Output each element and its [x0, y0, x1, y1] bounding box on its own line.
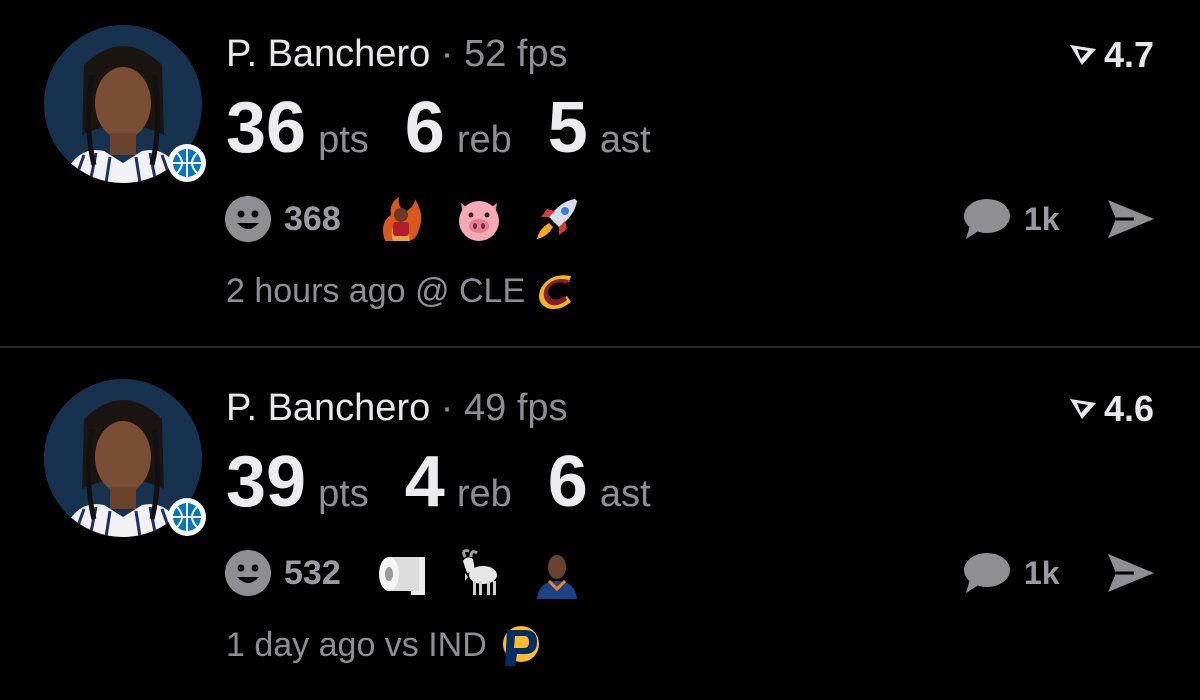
comment-bubble-icon	[964, 553, 1010, 593]
assists-label: ast	[599, 119, 651, 161]
stat-line: 36 pts 6 reb 5 ast	[226, 88, 651, 168]
smile-reaction-icon[interactable]	[224, 549, 272, 597]
reactions-row: 532	[224, 546, 609, 600]
player-name[interactable]: P. Banchero	[226, 33, 430, 75]
pacers-logo-icon	[502, 626, 539, 666]
toilet-paper-icon[interactable]	[375, 547, 427, 599]
fire-player-icon[interactable]	[375, 193, 427, 245]
goat-icon[interactable]	[453, 547, 505, 599]
stat-card[interactable]: P. Banchero · 49 fps 4.6 39 pts 4 reb 6 …	[0, 354, 1200, 700]
game-info-text: 2 hours ago @ CLE	[226, 271, 526, 310]
points-label: pts	[318, 473, 369, 515]
reactions-row: 368	[224, 192, 609, 246]
share-send-icon[interactable]	[1104, 196, 1156, 242]
name-line: P. Banchero · 49 fps	[226, 386, 568, 430]
comment-bubble-icon	[964, 199, 1010, 239]
comments-button[interactable]: 1k	[962, 548, 1060, 598]
comment-count: 1k	[1024, 554, 1060, 591]
rocket-icon[interactable]	[531, 193, 583, 245]
feed: P. Banchero · 52 fps 4.7 36 pts 6 reb 5 …	[0, 0, 1200, 692]
assists-label: ast	[599, 473, 651, 515]
magic-team-icon	[168, 498, 206, 536]
pig-face-icon[interactable]	[453, 193, 505, 245]
rebounds-value: 6	[404, 88, 445, 168]
separator: ·	[440, 33, 454, 75]
rebounds-value: 4	[404, 442, 445, 522]
stat-line: 39 pts 4 reb 6 ast	[226, 442, 651, 522]
smile-reaction-icon[interactable]	[224, 195, 272, 243]
game-info[interactable]: 2 hours ago @ CLE	[226, 268, 579, 314]
fps-value: 52 fps	[464, 33, 568, 75]
comments-button[interactable]: 1k	[962, 194, 1060, 244]
reaction-count[interactable]: 368	[284, 200, 341, 239]
fps-value: 49 fps	[464, 387, 568, 429]
rating[interactable]: 4.7	[1068, 34, 1154, 76]
assists-value: 5	[547, 88, 588, 168]
separator: ·	[440, 387, 454, 429]
points-value: 39	[226, 442, 307, 522]
assists-value: 6	[547, 442, 588, 522]
rating[interactable]: 4.6	[1068, 388, 1154, 430]
rating-value: 4.6	[1103, 388, 1154, 429]
points-value: 36	[226, 88, 307, 168]
magic-team-icon	[168, 144, 206, 182]
name-line: P. Banchero · 52 fps	[226, 32, 568, 76]
rating-triangle-icon	[1069, 399, 1096, 419]
points-label: pts	[318, 119, 369, 161]
rating-triangle-icon	[1069, 45, 1096, 65]
player-headshot-icon[interactable]	[531, 547, 583, 599]
rebounds-label: reb	[456, 473, 512, 515]
rating-value: 4.7	[1103, 34, 1154, 75]
player-name[interactable]: P. Banchero	[226, 387, 430, 429]
share-send-icon[interactable]	[1104, 550, 1156, 596]
stat-card[interactable]: P. Banchero · 52 fps 4.7 36 pts 6 reb 5 …	[0, 0, 1200, 346]
game-info-text: 1 day ago vs IND	[226, 625, 487, 664]
comment-count: 1k	[1024, 200, 1060, 237]
card-divider	[0, 346, 1200, 348]
reaction-count[interactable]: 532	[284, 554, 341, 593]
rebounds-label: reb	[456, 119, 512, 161]
game-info[interactable]: 1 day ago vs IND	[226, 622, 541, 668]
cavaliers-logo-icon	[539, 275, 572, 310]
